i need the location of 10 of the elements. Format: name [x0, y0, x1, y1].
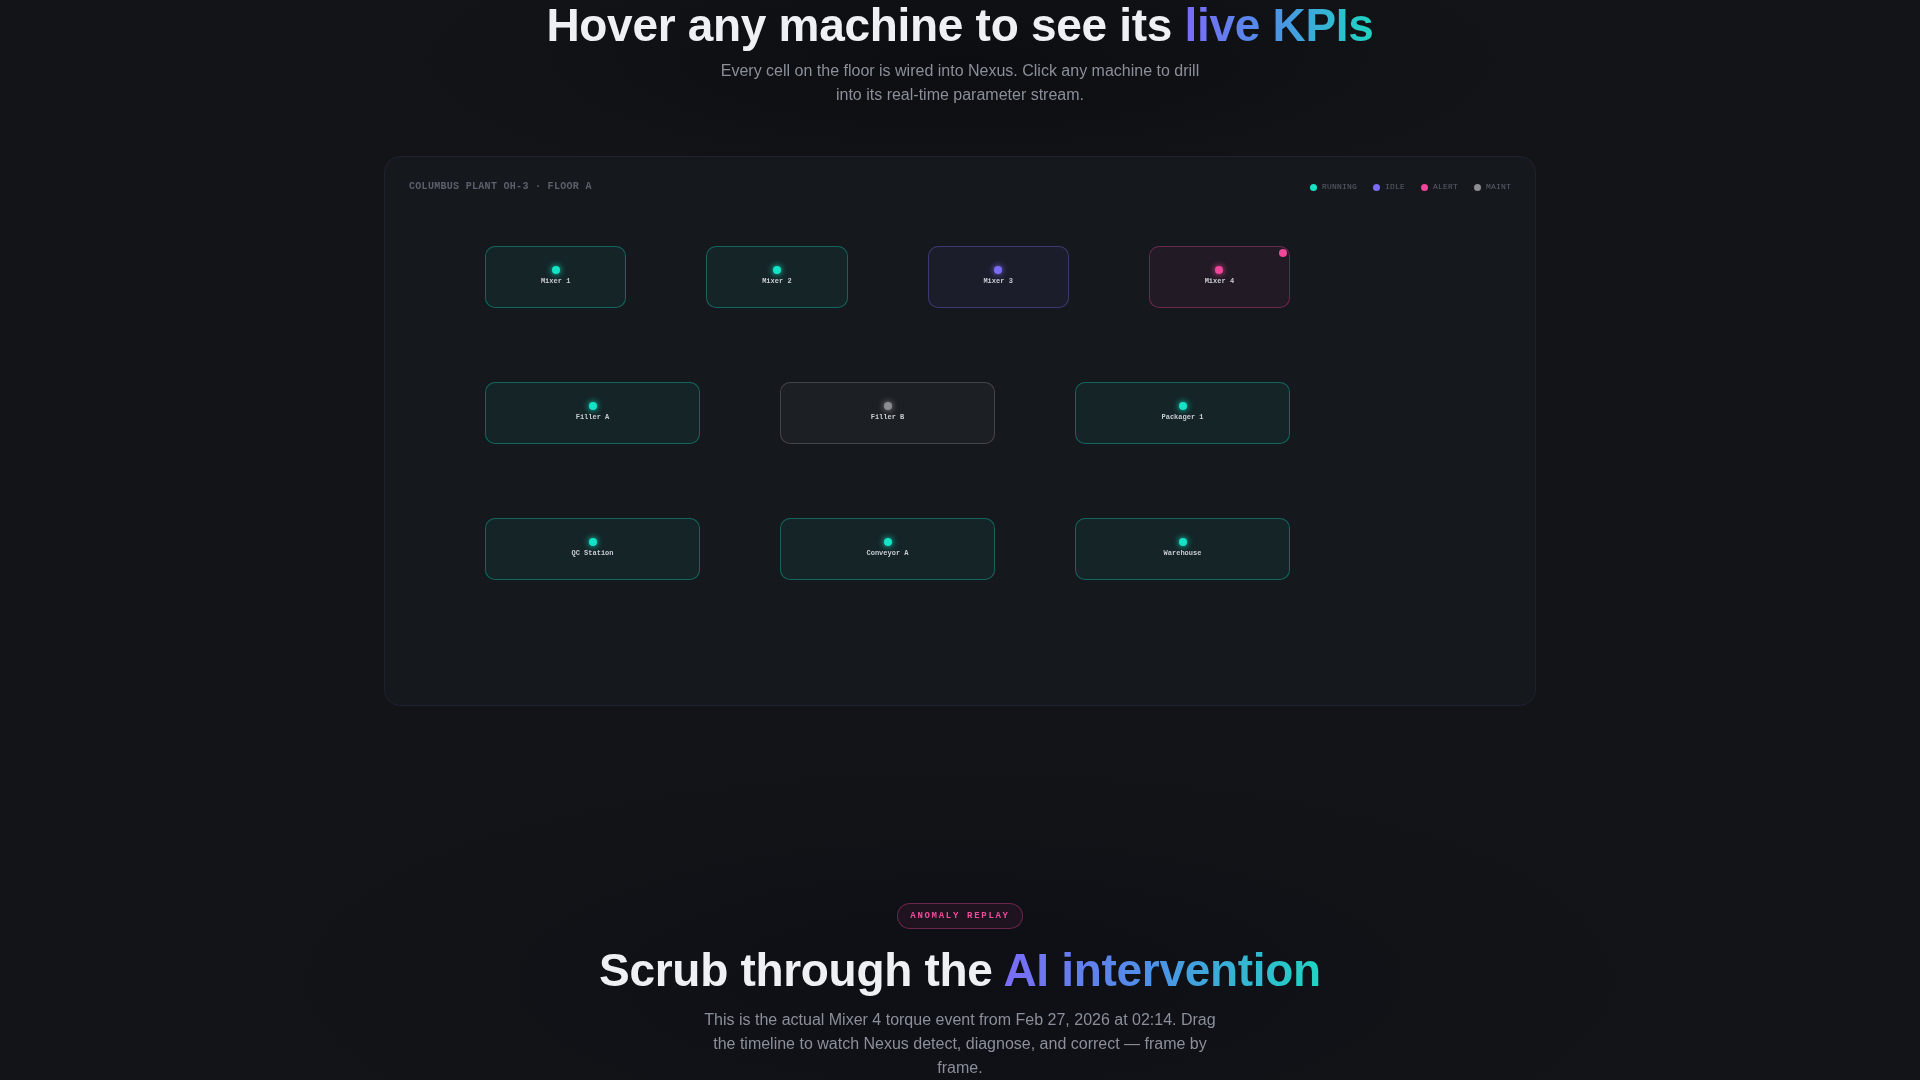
floor-title: COLUMBUS PLANT OH-3 · FLOOR A: [409, 181, 592, 193]
section-heading: Hover any machine to see its live KPIs: [546, 0, 1374, 50]
section-description: This is the actual Mixer 4 torque event from Feb 27, 2026 at 02:14. Drag the timeline to watch Nexus detect, diagnose, and correct — frame by frame.: [703, 1010, 1217, 1078]
section-heading: Scrub through the AI intervention: [599, 945, 1321, 995]
section-description: Every cell on the floor is wired into Nexus. Click any machine to drill into its real-time parameter stream.: [719, 61, 1201, 105]
legend-label: MAINT: [1486, 181, 1511, 193]
legend-label: RUNNING: [1321, 181, 1357, 193]
legend-label: IDLE: [1384, 181, 1405, 193]
legend-label: ALERT: [1432, 181, 1458, 193]
section-badge: ANOMALY REPLAY: [897, 903, 1023, 929]
